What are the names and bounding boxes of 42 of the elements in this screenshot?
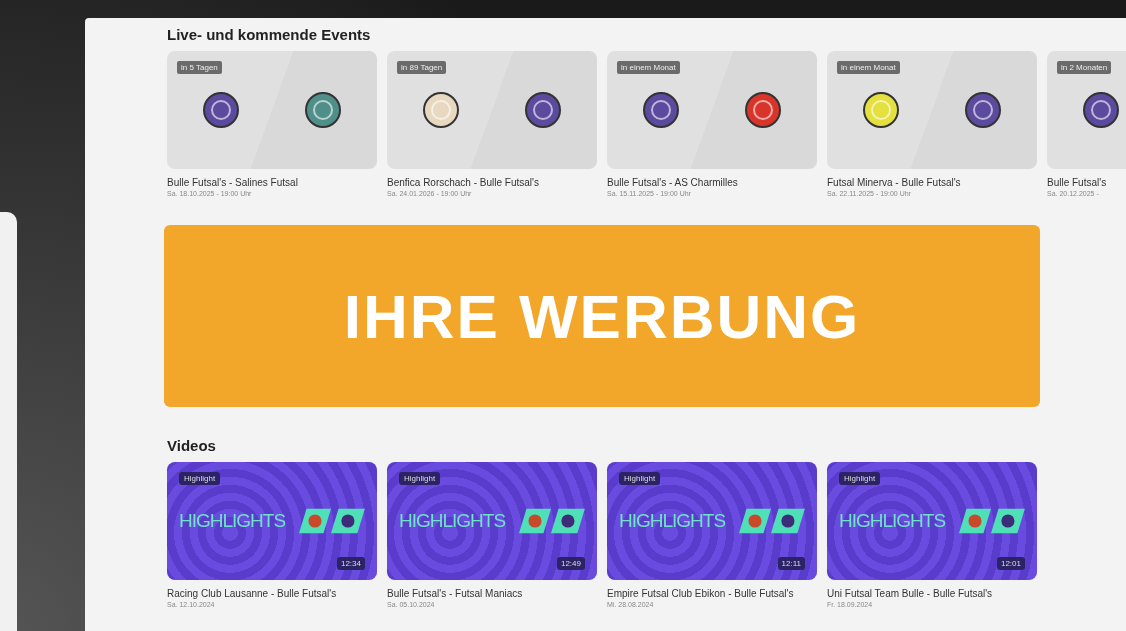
countdown-badge: in 89 Tagen	[397, 61, 447, 74]
section-title: Live- und kommende Events	[167, 26, 372, 43]
thumbnail-headline: HIGHLIGHTS	[619, 509, 726, 533]
video-thumbnail[interactable]: Highlight HIGHLIGHTS 12:11	[607, 462, 817, 580]
event-title[interactable]: Bulle Futsal's - AS Charmilles	[607, 177, 817, 188]
thumbnail-headline: HIGHLIGHTS	[179, 509, 286, 533]
section-title: Videos	[167, 437, 217, 454]
team-logos-drawing	[299, 508, 365, 534]
ad-text: IHRE WERBUNG	[343, 280, 861, 352]
team-logos-drawing	[519, 508, 585, 534]
event-thumbnail[interactable]: in 5 Tagen	[167, 51, 377, 169]
video-tag: Highlight	[839, 472, 881, 485]
video-title[interactable]: Uni Futsal Team Bulle - Bulle Futsal's	[827, 588, 1037, 599]
video-tag: Highlight	[619, 472, 661, 485]
countdown-badge: in einem Monat	[617, 61, 680, 74]
event-title[interactable]: Benfica Rorschach - Bulle Futsal's	[387, 177, 597, 188]
event-thumbnail[interactable]: in einem Monat	[607, 51, 817, 169]
video-duration: 12:34	[336, 557, 365, 570]
video-title[interactable]: Bulle Futsal's - Futsal Maniacs	[387, 588, 597, 599]
event-thumbnail[interactable]: in einem Monat	[827, 51, 1037, 169]
video-title[interactable]: Racing Club Lausanne - Bulle Futsal's	[167, 588, 377, 599]
event-title[interactable]: Futsal Minerva - Bulle Futsal's	[827, 177, 1037, 188]
video-title[interactable]: Empire Futsal Club Ebikon - Bulle Futsal's	[607, 588, 817, 599]
thumbnail-headline: HIGHLIGHTS	[839, 509, 946, 533]
video-thumbnail[interactable]: Highlight HIGHLIGHTS 12:01	[827, 462, 1037, 580]
team-logos-drawing	[959, 508, 1025, 534]
countdown-badge: in 2 Monaten	[1057, 61, 1112, 74]
thumbnail-headline: HIGHLIGHTS	[399, 509, 506, 533]
video-tag: Highlight	[179, 472, 221, 485]
video-thumbnail[interactable]: Highlight HIGHLIGHTS 12:49	[387, 462, 597, 580]
video-thumbnail[interactable]: Highlight HIGHLIGHTS 12:34	[167, 462, 377, 580]
event-title[interactable]: Bulle Futsal's	[1047, 177, 1126, 188]
countdown-badge: in einem Monat	[837, 61, 900, 74]
team-logos-drawing	[739, 508, 805, 534]
video-tag: Highlight	[399, 472, 441, 485]
event-thumbnail[interactable]: in 2 Monaten	[1047, 51, 1126, 169]
video-duration: 12:11	[777, 557, 805, 570]
video-duration: 12:01	[996, 557, 1025, 570]
event-thumbnail[interactable]: in 89 Tagen	[387, 51, 597, 169]
video-duration: 12:49	[556, 557, 585, 570]
countdown-badge: in 5 Tagen	[177, 61, 222, 74]
event-title[interactable]: Bulle Futsal's - Salines Futsal	[167, 177, 377, 188]
